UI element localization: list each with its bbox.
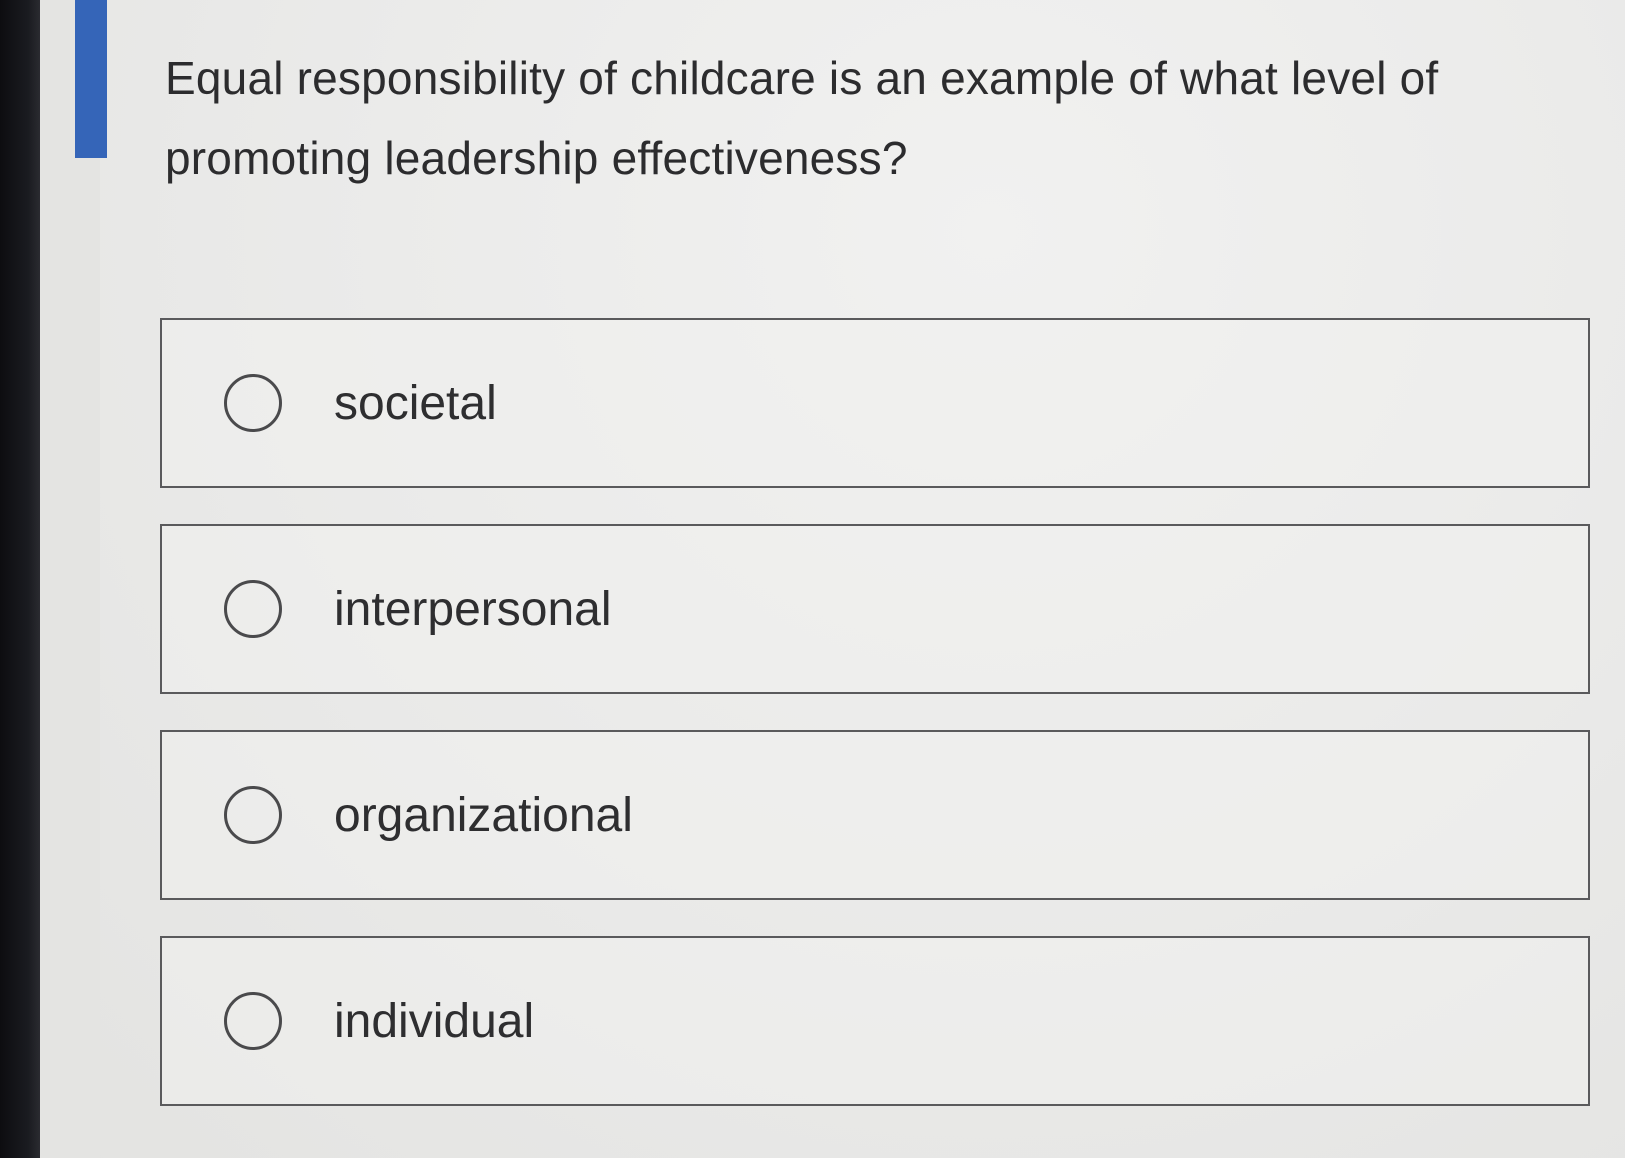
answer-options: societal interpersonal organizational in… xyxy=(160,318,1590,1142)
option-interpersonal[interactable]: interpersonal xyxy=(160,524,1590,694)
option-organizational[interactable]: organizational xyxy=(160,730,1590,900)
radio-button-icon[interactable] xyxy=(224,374,282,432)
question-accent-bar xyxy=(75,0,107,158)
option-individual[interactable]: individual xyxy=(160,936,1590,1106)
radio-button-icon[interactable] xyxy=(224,580,282,638)
option-societal[interactable]: societal xyxy=(160,318,1590,488)
option-label: organizational xyxy=(334,788,633,842)
question-text: Equal responsibility of childcare is an … xyxy=(165,52,1439,184)
device-bezel xyxy=(0,0,40,1158)
option-label: societal xyxy=(334,376,497,430)
option-label: individual xyxy=(334,994,535,1048)
radio-button-icon[interactable] xyxy=(224,992,282,1050)
radio-button-icon[interactable] xyxy=(224,786,282,844)
left-margin xyxy=(40,0,100,1158)
option-label: interpersonal xyxy=(334,582,612,636)
